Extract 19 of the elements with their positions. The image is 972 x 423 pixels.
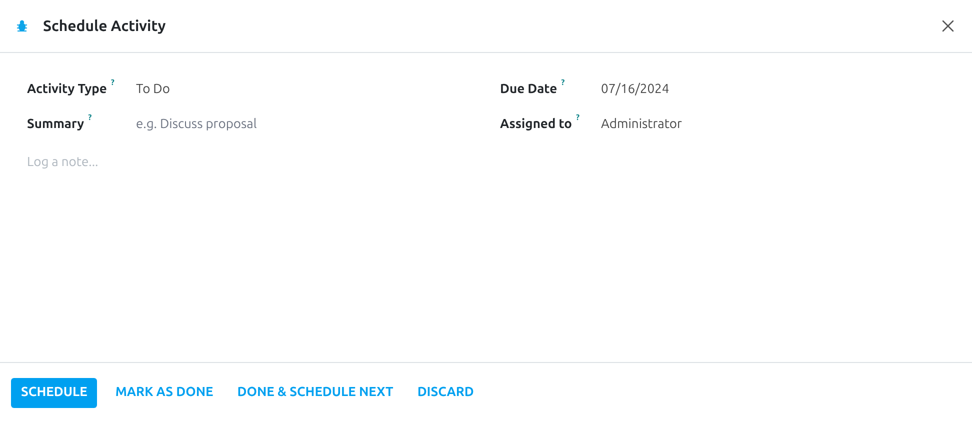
schedule-button[interactable]: SCHEDULE [11,378,98,408]
field-input[interactable]: e.g. Discuss proposal [136,114,500,134]
action-link[interactable]: DISCARD [407,378,484,408]
help-mark[interactable]: ? [88,112,92,124]
note-field[interactable]: Log a note... [23,153,941,213]
help-mark[interactable]: ? [110,76,114,89]
action-link[interactable]: MARK AS DONE [105,378,224,408]
field-label: Due Date [500,80,558,98]
help-mark[interactable]: ? [576,112,580,124]
field-label: Activity Type [27,80,107,98]
field-input[interactable]: 07/16/2024 [601,80,945,100]
action-link[interactable]: DONE & SCHEDULE NEXT [227,378,404,408]
field-input[interactable]: To Do [136,80,500,100]
dialog-title: Schedule Activity [43,16,166,36]
field-label: Summary [27,116,84,133]
help-mark[interactable]: ? [561,76,565,89]
bug-icon [16,20,28,32]
field-input[interactable]: Administrator [601,114,945,134]
field-label: Assigned to [500,116,572,133]
